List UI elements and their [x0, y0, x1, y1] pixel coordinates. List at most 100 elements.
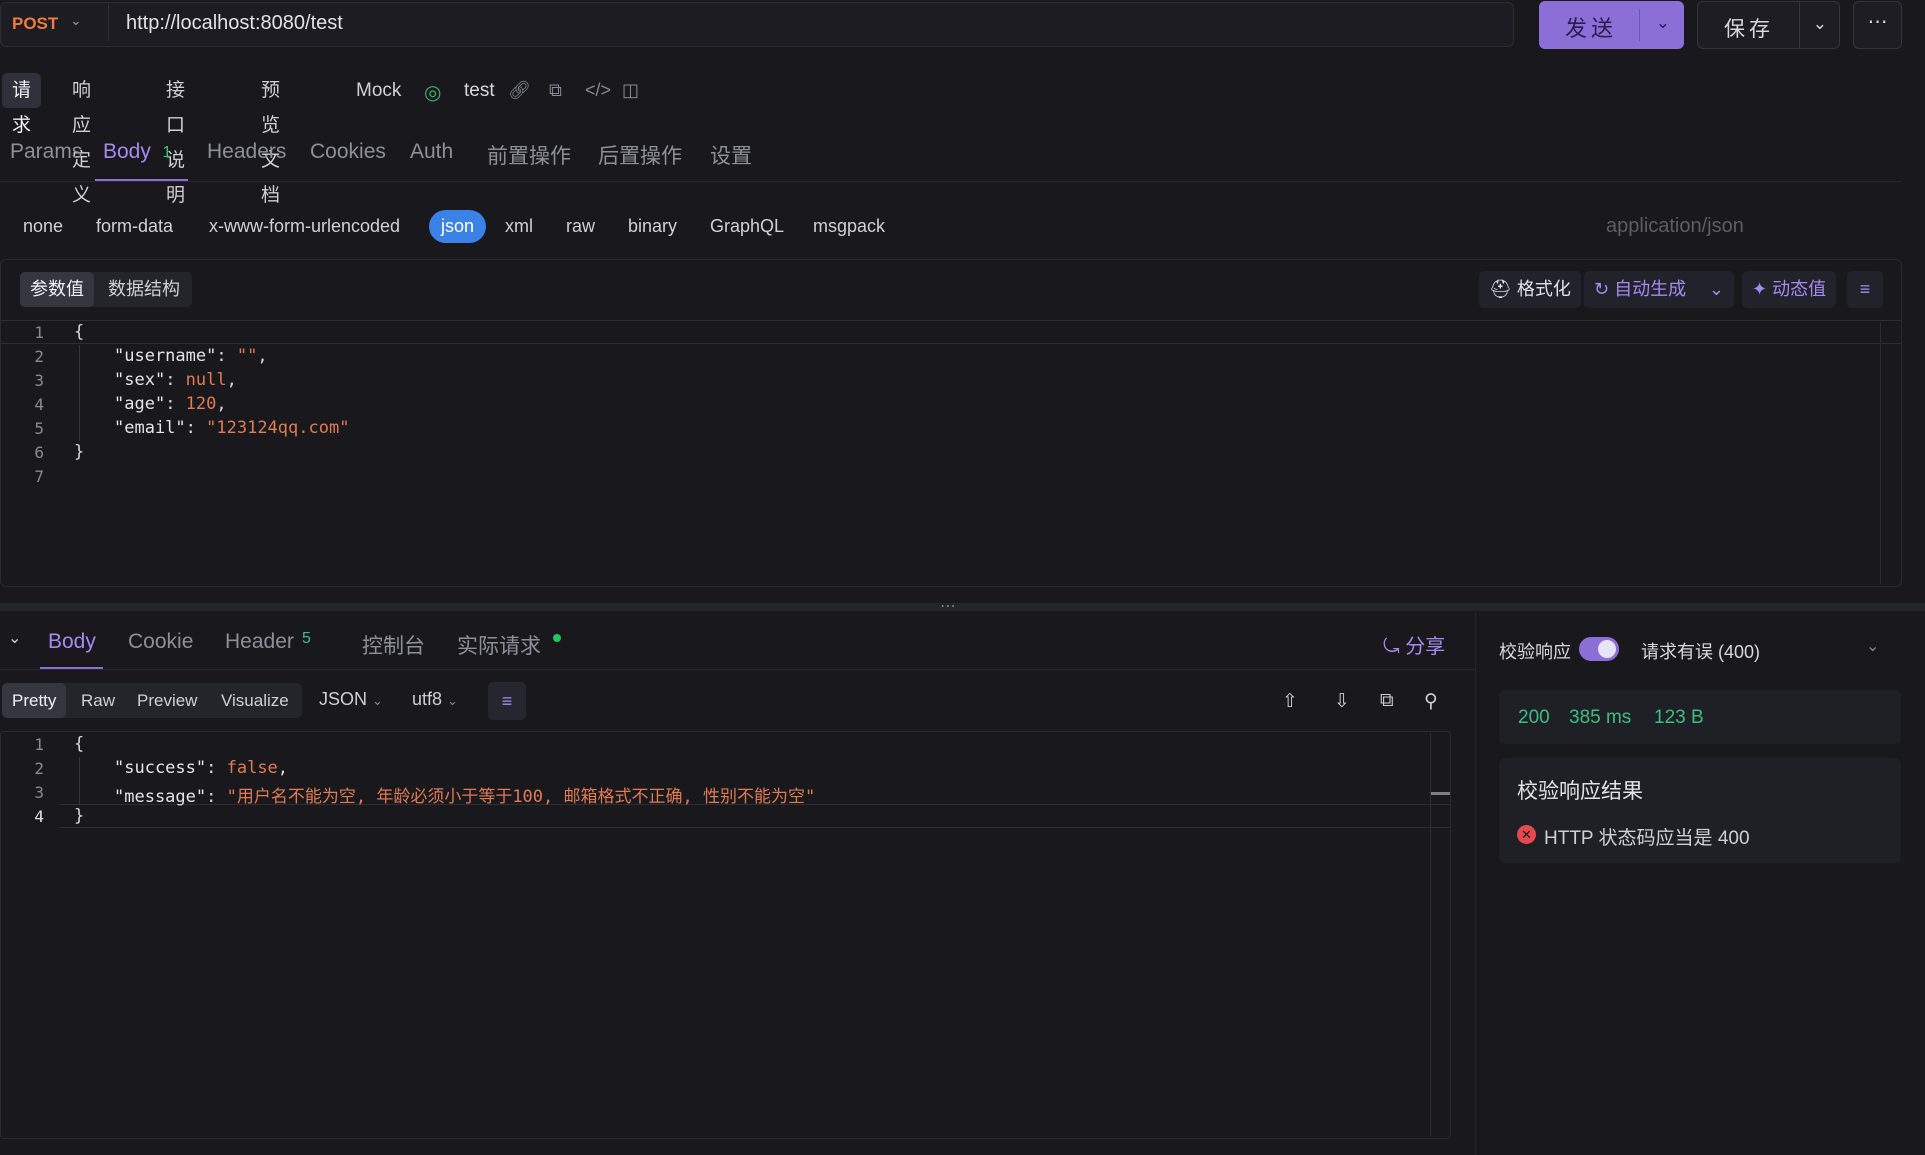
save-button[interactable]: 保存 ⌄: [1697, 1, 1840, 49]
code-line[interactable]: }: [74, 442, 84, 462]
code-line[interactable]: "age": 120,: [114, 394, 227, 414]
more-icon[interactable]: ⋯: [1853, 1, 1902, 49]
format-button[interactable]: ⛑︎ 格式化: [1479, 271, 1581, 308]
line-number: 5: [34, 419, 44, 438]
json-key: "success": [114, 758, 207, 778]
language-select[interactable]: JSON ⌄: [319, 689, 383, 710]
tab-cookies[interactable]: Cookies: [310, 140, 386, 164]
body-type-binary[interactable]: binary: [628, 210, 677, 243]
tab-param-values[interactable]: 参数值: [20, 272, 94, 307]
line-number: 1: [34, 323, 44, 342]
header-count-badge: 5: [302, 630, 311, 647]
line-number: 4: [34, 395, 44, 414]
body-type-xml[interactable]: xml: [505, 210, 533, 243]
encoding-select[interactable]: utf8 ⌄: [412, 689, 458, 710]
json-brace: {: [74, 734, 85, 754]
code-icon[interactable]: </>: [585, 80, 611, 101]
line-number: 1: [34, 735, 44, 754]
drag-handle-icon[interactable]: ⋯: [940, 596, 957, 616]
divider: [1475, 612, 1476, 1155]
json-brace: }: [74, 806, 85, 826]
json-value: null: [185, 370, 227, 390]
scrollbar-thumb[interactable]: [1431, 792, 1450, 795]
tab-headers[interactable]: Headers: [207, 140, 286, 164]
tab-response-cookie[interactable]: Cookie: [128, 630, 193, 654]
body-type-msgpack[interactable]: msgpack: [813, 210, 885, 243]
url-input[interactable]: http://localhost:8080/test: [126, 12, 343, 35]
tab-actual-request[interactable]: 实际请求: [457, 630, 541, 660]
body-type-urlencoded[interactable]: x-www-form-urlencoded: [209, 210, 400, 243]
wrap-lines-icon[interactable]: ≡: [488, 682, 526, 720]
panel-splitter[interactable]: [0, 603, 1925, 611]
magic-wand-icon: ✦: [1752, 279, 1768, 299]
chevron-down-icon[interactable]: ⌄: [1813, 14, 1827, 34]
code-line[interactable]: "sex": null,: [114, 370, 237, 390]
dynamic-value-button[interactable]: ✦ 动态值: [1742, 271, 1837, 308]
upload-icon[interactable]: ⇧: [1282, 690, 1298, 713]
body-type-form-data[interactable]: form-data: [96, 210, 173, 243]
copy-icon[interactable]: ⧉: [549, 80, 562, 101]
body-count-badge: 1: [162, 144, 172, 161]
method-select[interactable]: POST: [12, 14, 58, 34]
format-pretty[interactable]: Pretty: [2, 683, 67, 718]
send-button[interactable]: 发送 ⌄: [1539, 1, 1684, 49]
share-button[interactable]: ⤿ 分享: [1383, 630, 1445, 659]
tab-mock[interactable]: Mock: [346, 73, 411, 108]
chevron-down-icon[interactable]: ⌄: [70, 12, 82, 29]
chevron-down-icon[interactable]: ⌄: [1656, 13, 1670, 33]
format-label: 格式化: [1516, 279, 1571, 299]
tab-data-structure[interactable]: 数据结构: [98, 272, 190, 307]
tab-api-description[interactable]: 接口说明: [156, 73, 195, 206]
tab-params[interactable]: Params: [10, 140, 82, 164]
line-number: 6: [34, 443, 44, 462]
copy-icon[interactable]: ⧉: [1380, 690, 1394, 712]
line-number: 2: [34, 759, 44, 778]
tab-response-definition[interactable]: 响应定义: [62, 73, 101, 206]
globe-icon: ◎: [424, 82, 442, 104]
tab-response-body[interactable]: Body: [48, 630, 96, 654]
download-icon[interactable]: ⇩: [1334, 690, 1350, 713]
refresh-icon: ↻: [1594, 279, 1610, 299]
code-line[interactable]: "username": "",: [114, 346, 268, 366]
tab-body[interactable]: Body: [103, 140, 151, 164]
search-icon[interactable]: ⚲: [1424, 690, 1438, 713]
indent-guide: [79, 345, 80, 441]
chevron-down-icon[interactable]: ⌄: [1709, 271, 1724, 308]
code-line[interactable]: {: [74, 734, 84, 754]
code-line[interactable]: }: [74, 806, 84, 826]
wrap-icon[interactable]: ≡: [1847, 271, 1883, 308]
tab-auth[interactable]: Auth: [410, 140, 453, 164]
tab-console[interactable]: 控制台: [362, 630, 425, 660]
scrollbar[interactable]: [1880, 322, 1881, 584]
code-line[interactable]: "message": "用户名不能为空, 年龄必须小于等于100, 邮箱格式不正…: [114, 782, 815, 807]
json-brace: {: [74, 322, 85, 342]
chevron-down-icon[interactable]: ⌄: [1866, 636, 1879, 656]
body-type-raw[interactable]: raw: [566, 210, 595, 243]
line-number: 2: [34, 347, 44, 366]
validation-status[interactable]: 请求有误 (400): [1641, 638, 1760, 664]
tab-post-operations[interactable]: 后置操作: [598, 140, 682, 170]
code-line[interactable]: "email": "123124qq.com": [114, 418, 349, 438]
format-preview[interactable]: Preview: [127, 683, 207, 718]
tab-preview-doc[interactable]: 预览文档: [251, 73, 290, 206]
body-type-json[interactable]: json: [429, 210, 487, 243]
sidebar-toggle-icon[interactable]: ◫: [622, 80, 639, 101]
link-icon[interactable]: 🔗︎: [508, 80, 531, 101]
error-icon: ✕: [1517, 825, 1536, 844]
json-key: "username": [114, 346, 217, 366]
format-raw[interactable]: Raw: [71, 683, 125, 718]
code-line[interactable]: {: [74, 322, 84, 342]
status-dot: [553, 634, 561, 642]
code-line[interactable]: "success": false,: [114, 758, 288, 778]
tab-settings[interactable]: 设置: [710, 140, 752, 170]
format-visualize[interactable]: Visualize: [211, 683, 299, 718]
autogen-button[interactable]: ↻ 自动生成 ⌄: [1584, 271, 1734, 308]
validate-toggle[interactable]: [1579, 637, 1619, 661]
body-type-graphql[interactable]: GraphQL: [710, 210, 784, 243]
tab-request[interactable]: 请求: [2, 73, 42, 136]
body-type-none[interactable]: none: [23, 210, 63, 243]
collapse-chevron-icon[interactable]: ⌄: [8, 628, 21, 648]
share-label: 分享: [1405, 636, 1446, 658]
tab-response-header[interactable]: Header: [225, 630, 294, 654]
tab-pre-operations[interactable]: 前置操作: [487, 140, 571, 170]
